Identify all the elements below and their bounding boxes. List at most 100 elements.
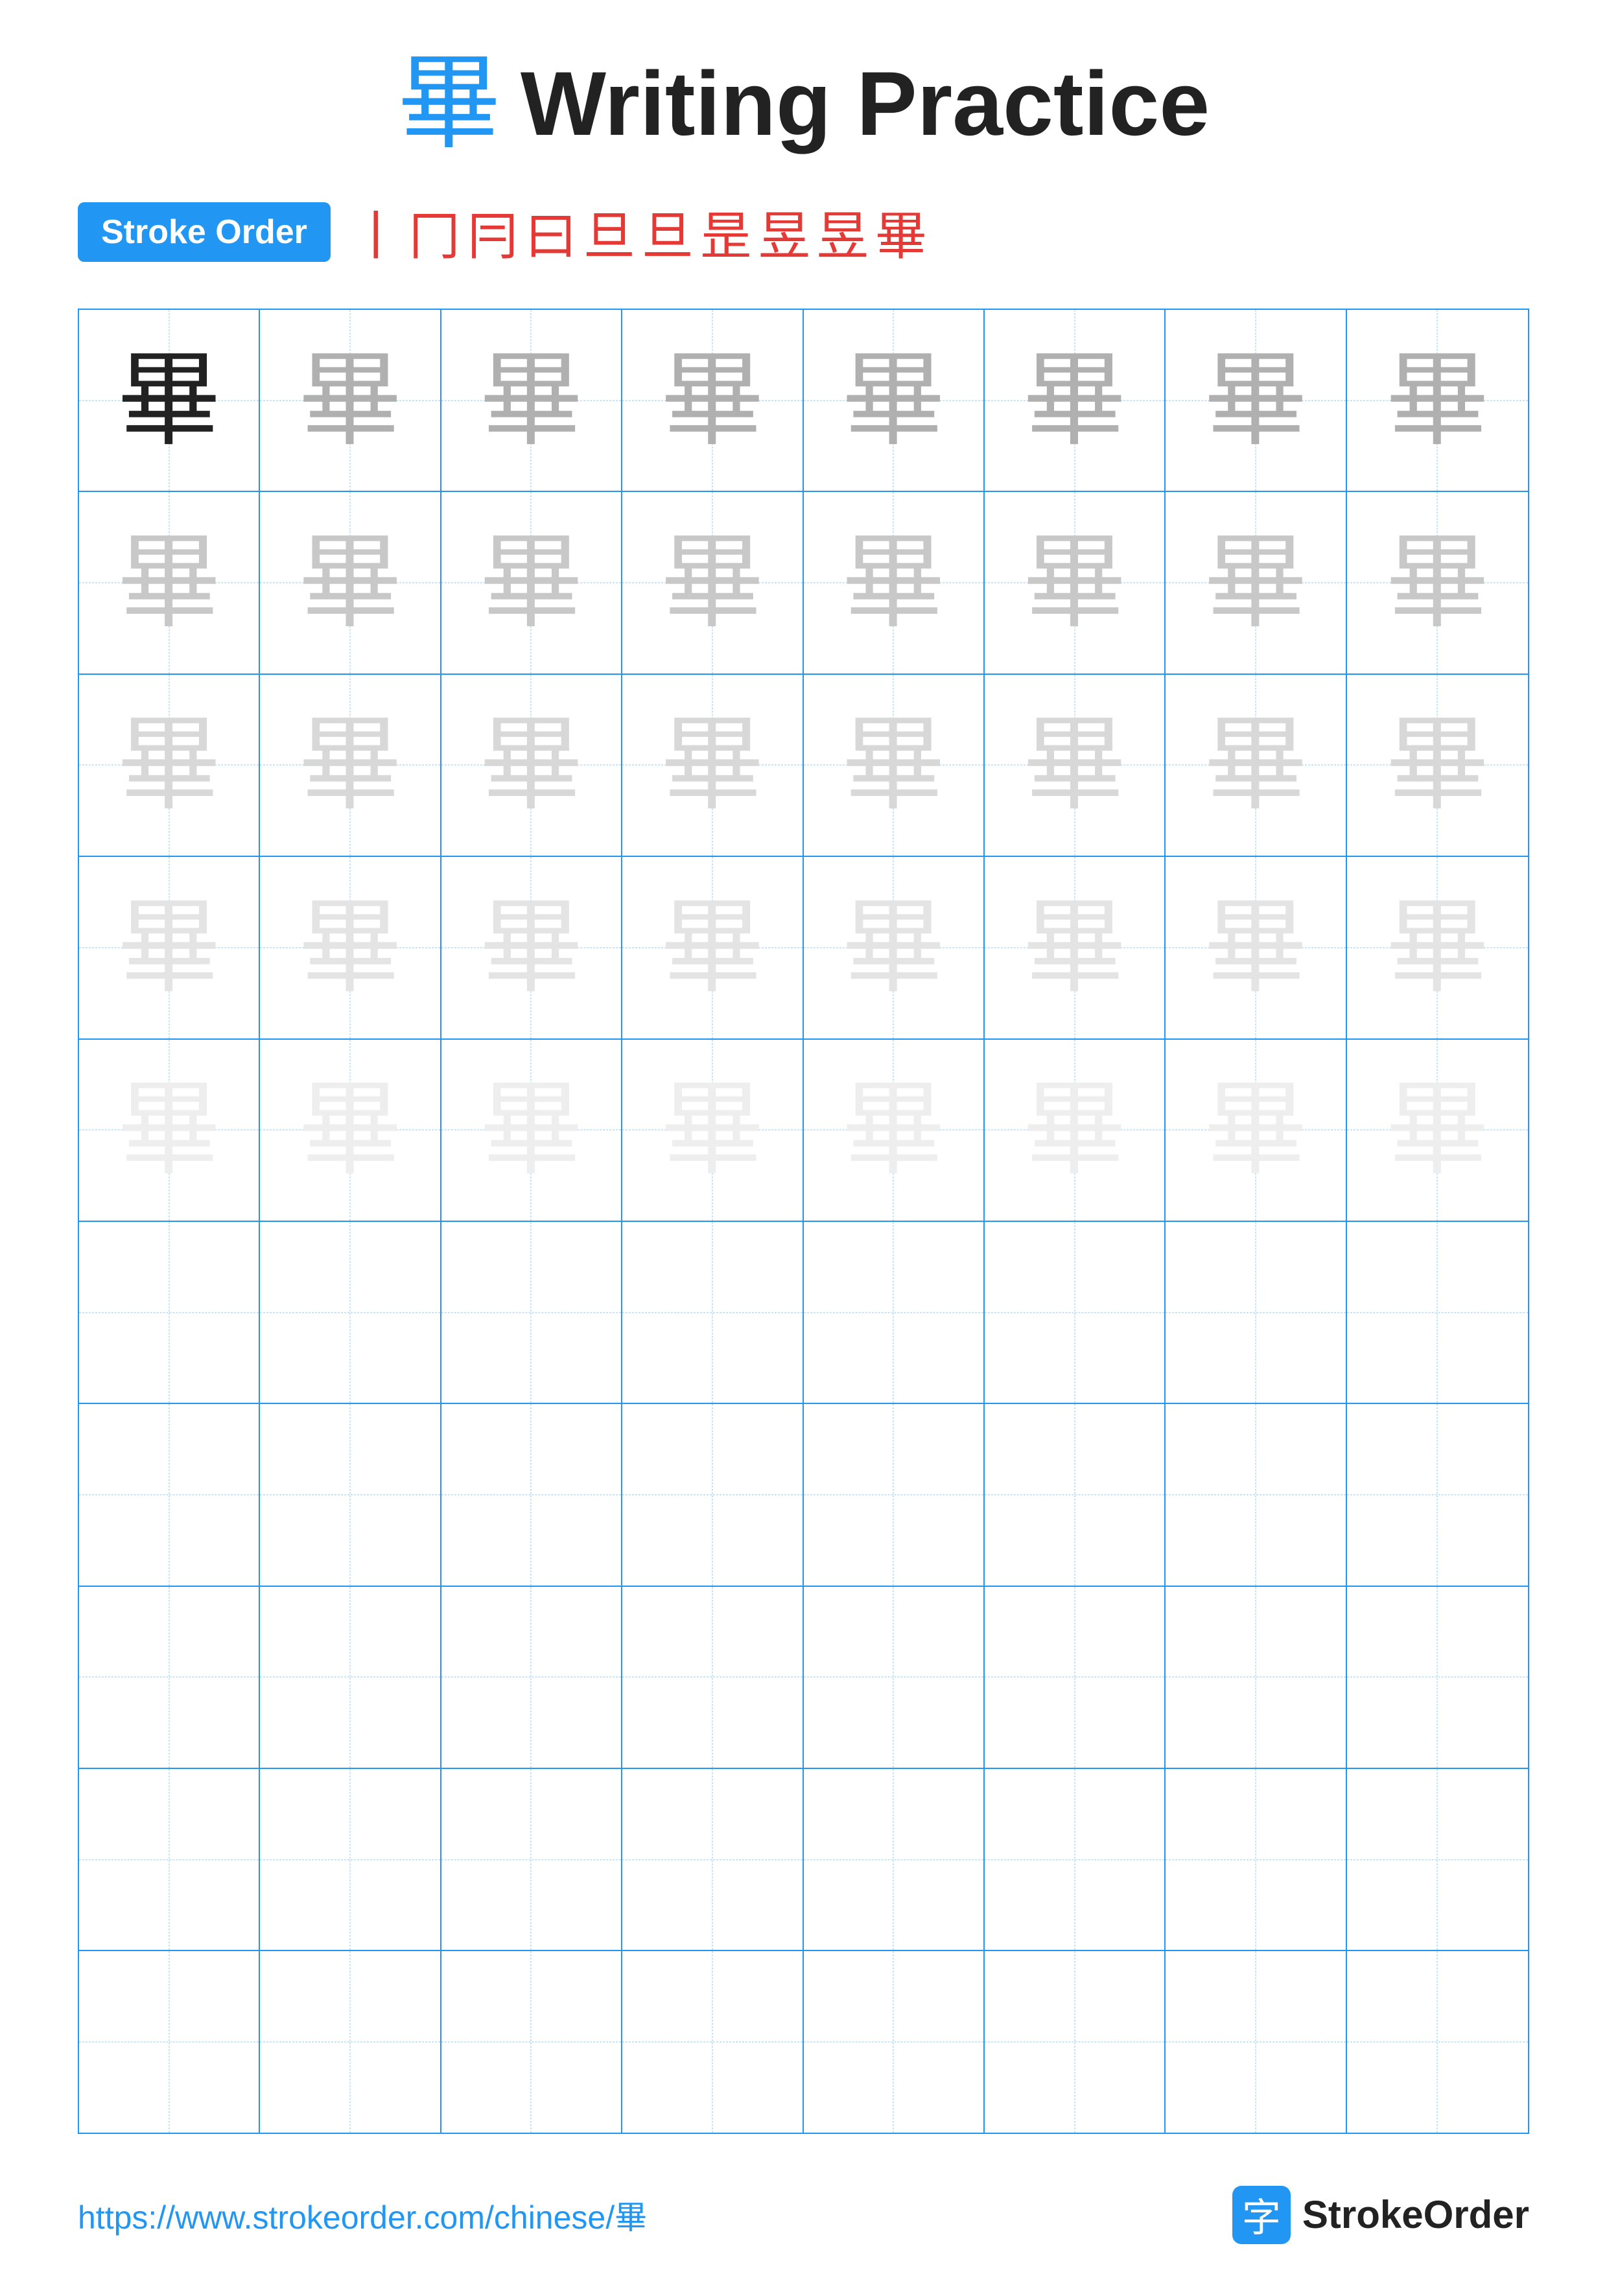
grid-cell-5-2[interactable]: 畢 [260, 1040, 441, 1221]
grid-cell-6-4[interactable] [622, 1222, 803, 1403]
practice-char: 畢 [1023, 1078, 1127, 1182]
practice-char: 畢 [1385, 349, 1489, 452]
grid-cell-7-7[interactable] [1166, 1404, 1346, 1585]
grid-cell-10-5[interactable] [804, 1951, 985, 2132]
grid-cell-6-7[interactable] [1166, 1222, 1346, 1403]
practice-char: 畢 [117, 349, 221, 452]
grid-cell-4-1[interactable]: 畢 [79, 857, 260, 1038]
grid-cell-7-8[interactable] [1347, 1404, 1528, 1585]
practice-char: 畢 [1385, 713, 1489, 817]
grid-cell-2-3[interactable]: 畢 [441, 492, 622, 673]
grid-cell-1-7[interactable]: 畢 [1166, 310, 1346, 491]
practice-char: 畢 [1204, 896, 1308, 1000]
grid-cell-6-2[interactable] [260, 1222, 441, 1403]
grid-cell-8-1[interactable] [79, 1587, 260, 1768]
grid-cell-4-2[interactable]: 畢 [260, 857, 441, 1038]
grid-cell-6-6[interactable] [985, 1222, 1166, 1403]
grid-cell-2-5[interactable]: 畢 [804, 492, 985, 673]
practice-char: 畢 [298, 713, 402, 817]
grid-cell-2-2[interactable]: 畢 [260, 492, 441, 673]
practice-char: 畢 [1204, 1078, 1308, 1182]
grid-cell-7-4[interactable] [622, 1404, 803, 1585]
grid-cell-10-4[interactable] [622, 1951, 803, 2132]
grid-cell-4-4[interactable]: 畢 [622, 857, 803, 1038]
grid-row-9 [79, 1769, 1528, 1951]
grid-cell-1-2[interactable]: 畢 [260, 310, 441, 491]
grid-cell-3-7[interactable]: 畢 [1166, 675, 1346, 856]
grid-cell-2-4[interactable]: 畢 [622, 492, 803, 673]
grid-cell-1-5[interactable]: 畢 [804, 310, 985, 491]
brand-name: StrokeOrder [1302, 2192, 1529, 2237]
grid-cell-8-7[interactable] [1166, 1587, 1346, 1768]
grid-cell-8-3[interactable] [441, 1587, 622, 1768]
grid-cell-8-6[interactable] [985, 1587, 1166, 1768]
footer-brand: 字 StrokeOrder [1232, 2186, 1529, 2244]
grid-cell-7-2[interactable] [260, 1404, 441, 1585]
grid-cell-9-4[interactable] [622, 1769, 803, 1950]
grid-cell-10-8[interactable] [1347, 1951, 1528, 2132]
grid-cell-6-8[interactable] [1347, 1222, 1528, 1403]
grid-cell-9-5[interactable] [804, 1769, 985, 1950]
grid-cell-5-4[interactable]: 畢 [622, 1040, 803, 1221]
stroke-9: 昱 [817, 194, 869, 270]
practice-char: 畢 [1204, 713, 1308, 817]
grid-cell-2-7[interactable]: 畢 [1166, 492, 1346, 673]
grid-cell-4-5[interactable]: 畢 [804, 857, 985, 1038]
grid-cell-3-2[interactable]: 畢 [260, 675, 441, 856]
grid-cell-9-3[interactable] [441, 1769, 622, 1950]
grid-cell-8-4[interactable] [622, 1587, 803, 1768]
grid-cell-2-1[interactable]: 畢 [79, 492, 260, 673]
grid-cell-3-6[interactable]: 畢 [985, 675, 1166, 856]
grid-cell-4-8[interactable]: 畢 [1347, 857, 1528, 1038]
grid-cell-1-8[interactable]: 畢 [1347, 310, 1528, 491]
grid-cell-5-1[interactable]: 畢 [79, 1040, 260, 1221]
grid-cell-3-3[interactable]: 畢 [441, 675, 622, 856]
stroke-8: 昱 [758, 194, 810, 270]
grid-cell-5-8[interactable]: 畢 [1347, 1040, 1528, 1221]
grid-cell-6-5[interactable] [804, 1222, 985, 1403]
practice-char: 畢 [661, 349, 764, 452]
grid-cell-7-3[interactable] [441, 1404, 622, 1585]
grid-cell-3-4[interactable]: 畢 [622, 675, 803, 856]
grid-cell-10-3[interactable] [441, 1951, 622, 2132]
grid-cell-4-6[interactable]: 畢 [985, 857, 1166, 1038]
grid-cell-5-7[interactable]: 畢 [1166, 1040, 1346, 1221]
grid-cell-5-6[interactable]: 畢 [985, 1040, 1166, 1221]
grid-cell-6-1[interactable] [79, 1222, 260, 1403]
grid-cell-7-6[interactable] [985, 1404, 1166, 1585]
stroke-2: 冂 [408, 194, 460, 270]
grid-cell-2-8[interactable]: 畢 [1347, 492, 1528, 673]
grid-cell-10-6[interactable] [985, 1951, 1166, 2132]
grid-cell-1-4[interactable]: 畢 [622, 310, 803, 491]
grid-cell-3-1[interactable]: 畢 [79, 675, 260, 856]
footer-url[interactable]: https://www.strokeorder.com/chinese/畢 [78, 2192, 647, 2238]
grid-cell-1-3[interactable]: 畢 [441, 310, 622, 491]
grid-cell-3-8[interactable]: 畢 [1347, 675, 1528, 856]
grid-cell-8-5[interactable] [804, 1587, 985, 1768]
grid-cell-3-5[interactable]: 畢 [804, 675, 985, 856]
grid-cell-9-2[interactable] [260, 1769, 441, 1950]
grid-cell-7-5[interactable] [804, 1404, 985, 1585]
grid-cell-6-3[interactable] [441, 1222, 622, 1403]
grid-cell-10-7[interactable] [1166, 1951, 1346, 2132]
grid-cell-5-3[interactable]: 畢 [441, 1040, 622, 1221]
grid-cell-1-1[interactable]: 畢 [79, 310, 260, 491]
practice-char: 畢 [117, 531, 221, 635]
grid-cell-8-2[interactable] [260, 1587, 441, 1768]
grid-cell-10-1[interactable] [79, 1951, 260, 2132]
grid-cell-9-6[interactable] [985, 1769, 1166, 1950]
grid-cell-9-1[interactable] [79, 1769, 260, 1950]
stroke-5: 旦 [583, 194, 635, 270]
grid-cell-9-8[interactable] [1347, 1769, 1528, 1950]
grid-cell-8-8[interactable] [1347, 1587, 1528, 1768]
practice-char: 畢 [298, 349, 402, 452]
stroke-order-badge: Stroke Order [78, 202, 331, 262]
grid-cell-10-2[interactable] [260, 1951, 441, 2132]
grid-cell-2-6[interactable]: 畢 [985, 492, 1166, 673]
grid-cell-4-3[interactable]: 畢 [441, 857, 622, 1038]
grid-cell-9-7[interactable] [1166, 1769, 1346, 1950]
grid-cell-7-1[interactable] [79, 1404, 260, 1585]
grid-cell-1-6[interactable]: 畢 [985, 310, 1166, 491]
grid-cell-4-7[interactable]: 畢 [1166, 857, 1346, 1038]
grid-cell-5-5[interactable]: 畢 [804, 1040, 985, 1221]
